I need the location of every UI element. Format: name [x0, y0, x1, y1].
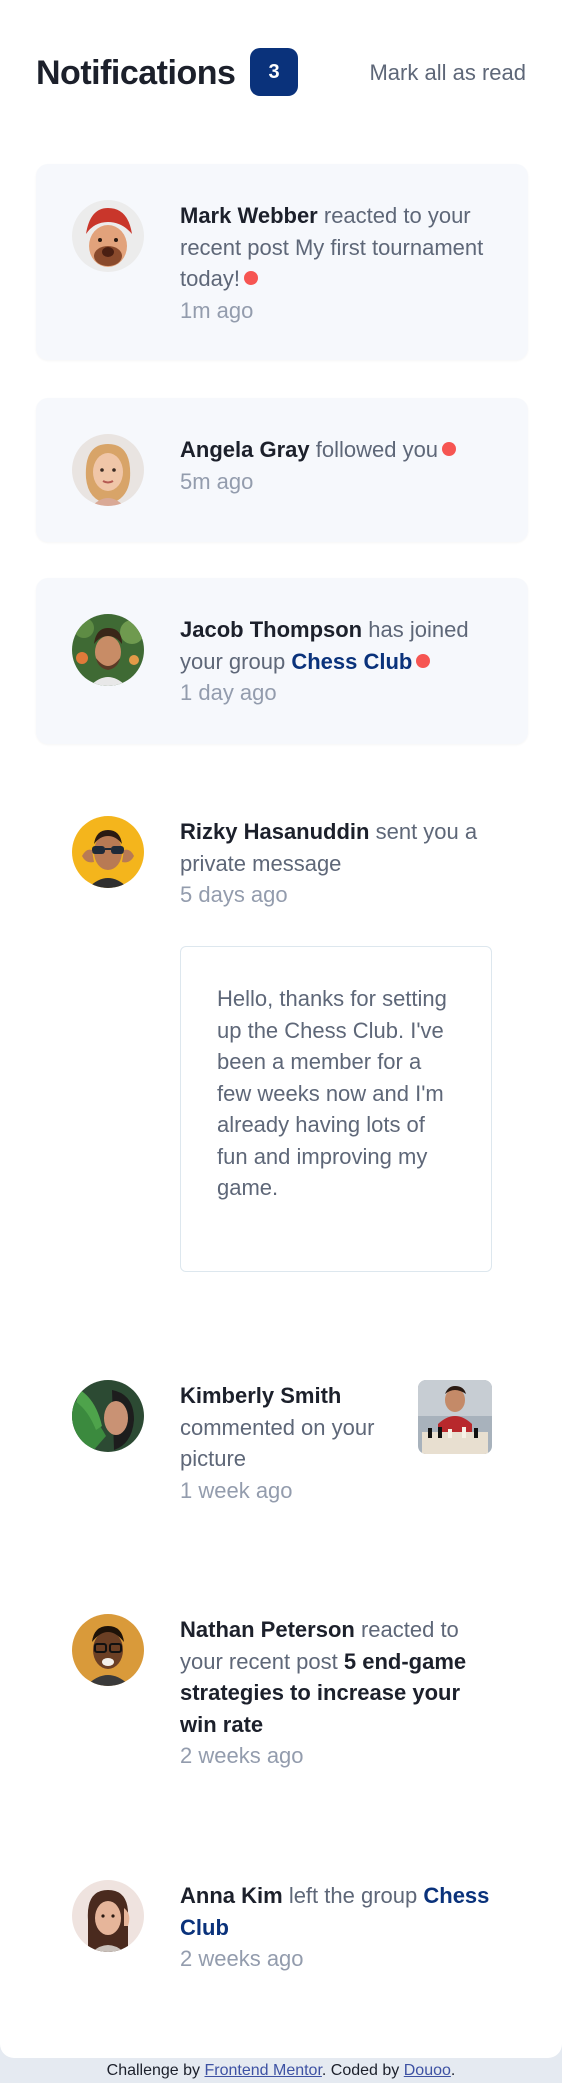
timestamp: 5m ago	[180, 468, 254, 494]
notification-text: Angela Gray followed you 5m ago	[180, 434, 490, 497]
avatar-rizky-hasanuddin[interactable]	[72, 816, 144, 888]
avatar-nathan-peterson[interactable]	[72, 1614, 144, 1686]
notification-item[interactable]: Jacob Thompson has joined your group Che…	[36, 578, 528, 744]
notification-text: Kimberly Smith commented on your picture…	[180, 1380, 380, 1506]
notification-item[interactable]: Angela Gray followed you 5m ago	[36, 398, 528, 542]
notification-text: Nathan Peterson reacted to your recent p…	[180, 1614, 490, 1772]
notifications-header: Notifications 3 Mark all as read	[36, 46, 526, 100]
user-name-link[interactable]: Mark Webber	[180, 203, 318, 228]
notification-text: Anna Kim left the group Chess Club 2 wee…	[180, 1880, 490, 1975]
notification-text: Jacob Thompson has joined your group Che…	[180, 614, 490, 709]
avatar-angela-gray[interactable]	[72, 434, 144, 506]
author-link[interactable]: Douoo	[404, 2062, 451, 2079]
frontend-mentor-link[interactable]: Frontend Mentor	[205, 2062, 322, 2079]
notification-text: Rizky Hasanuddin sent you a private mess…	[180, 816, 490, 911]
notification-item[interactable]: Nathan Peterson reacted to your recent p…	[36, 1578, 528, 1774]
private-message[interactable]: Hello, thanks for setting up the Chess C…	[180, 946, 492, 1272]
unread-dot	[243, 271, 258, 286]
timestamp: 1m ago	[180, 297, 254, 323]
page-title: Notifications	[36, 54, 236, 92]
attribution-footer: Challenge by Frontend Mentor. Coded by D…	[106, 2062, 456, 2079]
unread-dot	[442, 442, 457, 457]
group-link[interactable]: Chess Club	[291, 649, 412, 674]
mark-all-read-button[interactable]: Mark all as read	[369, 60, 526, 86]
timestamp: 2 weeks ago	[180, 1743, 304, 1768]
user-name-link[interactable]: Nathan Peterson	[180, 1617, 355, 1642]
unread-count-badge: 3	[250, 48, 298, 96]
user-name-link[interactable]: Rizky Hasanuddin	[180, 819, 369, 844]
commented-picture-thumbnail[interactable]	[418, 1380, 492, 1454]
notification-text: Mark Webber reacted to your recent post …	[180, 200, 490, 326]
notification-item[interactable]: Mark Webber reacted to your recent post …	[36, 164, 528, 360]
timestamp: 1 week ago	[180, 1477, 293, 1503]
unread-dot	[416, 653, 431, 668]
avatar-mark-webber[interactable]	[72, 200, 144, 272]
notification-item[interactable]: Rizky Hasanuddin sent you a private mess…	[36, 780, 528, 910]
avatar-kimberly-smith[interactable]	[72, 1380, 144, 1452]
timestamp: 5 days ago	[180, 882, 288, 907]
notification-item[interactable]: Anna Kim left the group Chess Club 2 wee…	[36, 1844, 528, 1974]
user-name-link[interactable]: Anna Kim	[180, 1883, 283, 1908]
user-name-link[interactable]: Jacob Thompson	[180, 617, 362, 642]
user-name-link[interactable]: Angela Gray	[180, 437, 310, 462]
timestamp: 2 weeks ago	[180, 1946, 304, 1971]
avatar-anna-kim[interactable]	[72, 1880, 144, 1952]
timestamp: 1 day ago	[180, 680, 277, 705]
user-name-link[interactable]: Kimberly Smith	[180, 1383, 341, 1408]
avatar-jacob-thompson[interactable]	[72, 614, 144, 686]
notifications-card: Notifications 3 Mark all as read Mark We…	[0, 0, 562, 2058]
